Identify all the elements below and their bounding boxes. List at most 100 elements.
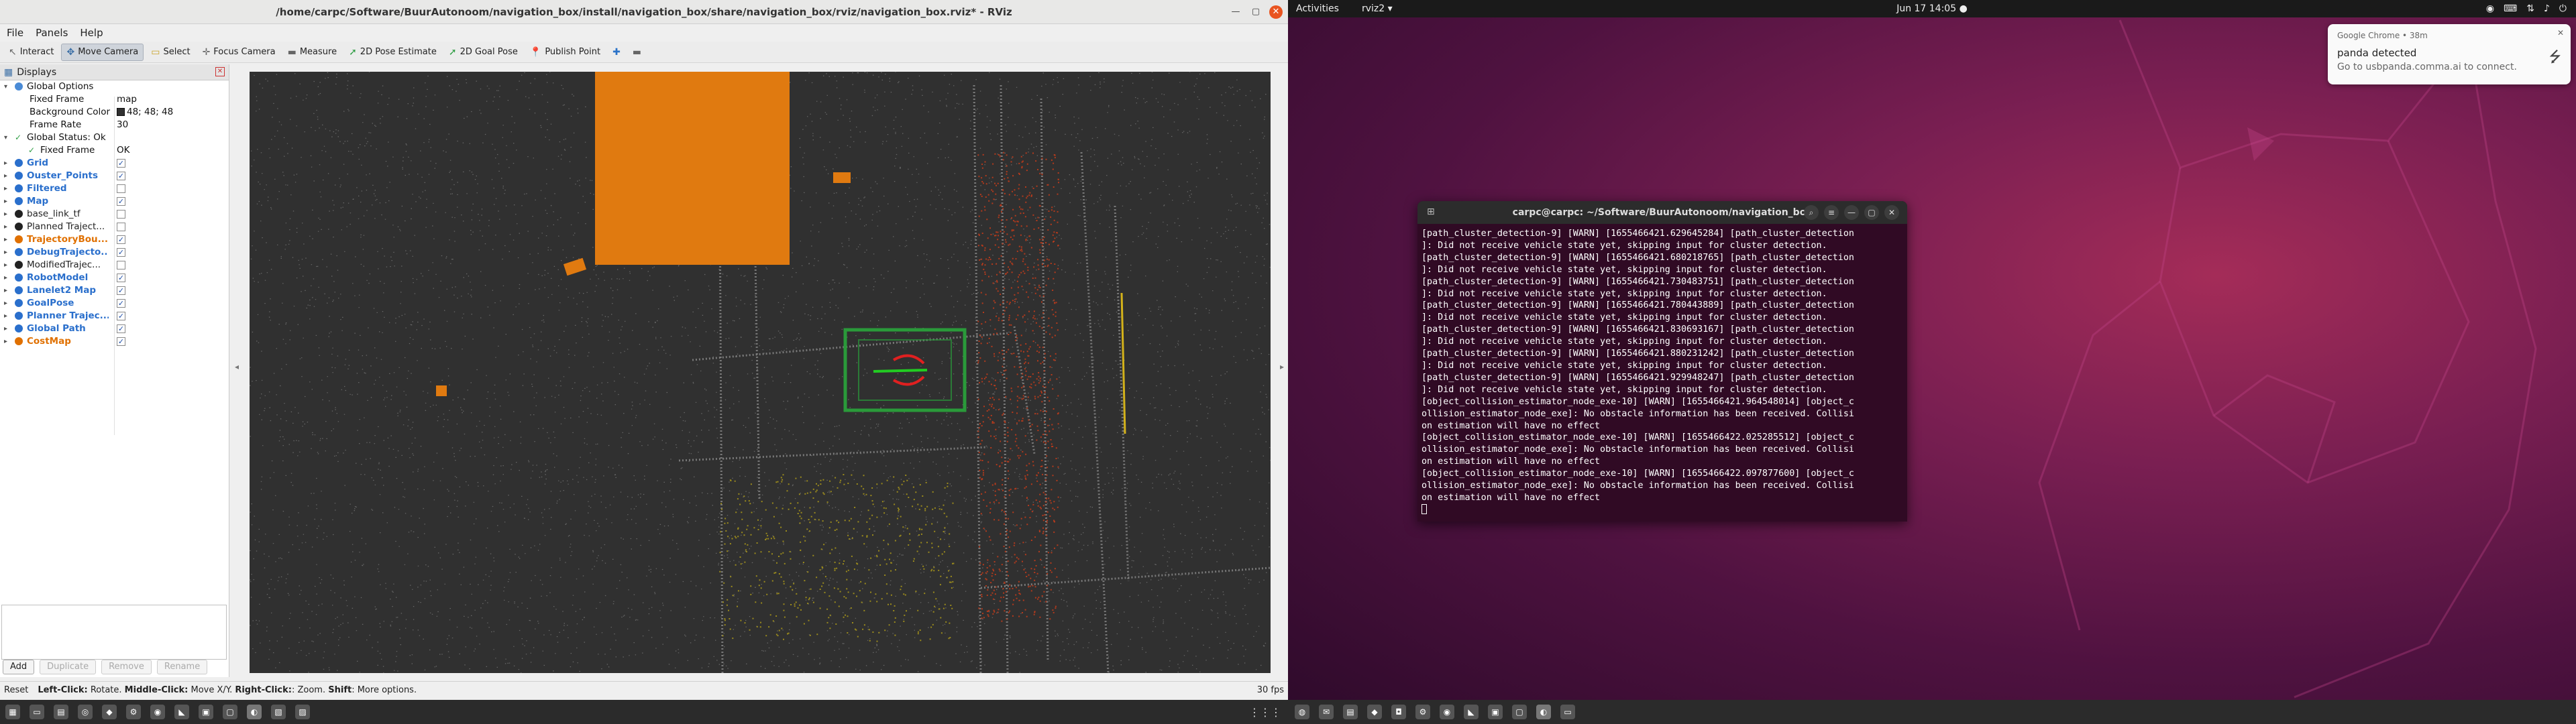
search-icon[interactable]: ⌕ xyxy=(1804,205,1819,220)
add-button[interactable]: Add xyxy=(3,660,35,674)
tool-add[interactable]: ✚ xyxy=(608,44,625,61)
hamburger-menu-icon[interactable]: ≡ xyxy=(1824,205,1839,220)
display-item-planned-traject[interactable]: ▸ Planned Traject... xyxy=(0,221,229,233)
settings-app-icon[interactable]: ⚙ xyxy=(126,705,141,719)
minimize-icon[interactable]: — xyxy=(1229,5,1242,19)
rename-button[interactable]: Rename xyxy=(156,660,208,674)
expand-arrow-icon[interactable]: ▸ xyxy=(4,246,7,259)
enable-checkbox[interactable]: ✓ xyxy=(117,299,125,308)
enable-checkbox[interactable]: ✓ xyxy=(117,324,125,333)
enable-checkbox[interactable]: ✓ xyxy=(117,172,125,180)
collapse-arrow-icon[interactable]: ▾ xyxy=(4,131,7,144)
settings-app-icon[interactable]: ⚙ xyxy=(1415,705,1430,719)
terminal-titlebar[interactable]: ⊞ carpc@carpc: ~/Software/BuurAutonoom/n… xyxy=(1417,201,1907,224)
show-apps-icon[interactable]: ⋮⋮⋮ xyxy=(1249,706,1281,719)
render-viewport[interactable] xyxy=(250,72,1271,673)
background-color-value[interactable]: 48; 48; 48 xyxy=(117,106,173,119)
app-icon[interactable]: ▧ xyxy=(271,705,286,719)
app-icon[interactable]: ▢ xyxy=(223,705,237,719)
enable-checkbox[interactable]: ✓ xyxy=(117,312,125,320)
expand-arrow-icon[interactable]: ▸ xyxy=(4,297,7,310)
system-tray[interactable]: ◉ ⌨ ⇅ ♪ ⏻ xyxy=(2486,3,2567,14)
expand-arrow-icon[interactable]: ▸ xyxy=(4,208,7,221)
window-titlebar[interactable]: /home/carpc/Software/BuurAutonoom/naviga… xyxy=(0,0,1288,24)
chrome-app-icon[interactable]: ◉ xyxy=(150,705,165,719)
display-item-goalpose[interactable]: ▸ GoalPose ✓ xyxy=(0,297,229,310)
menu-help[interactable]: Help xyxy=(80,27,103,39)
app-icon[interactable]: ▨ xyxy=(295,705,310,719)
expand-arrow-icon[interactable]: ▸ xyxy=(4,310,7,322)
files-app-icon[interactable]: ▤ xyxy=(1343,705,1358,719)
files-app-icon[interactable]: ▤ xyxy=(54,705,68,719)
maximize-icon[interactable]: ▢ xyxy=(1864,205,1879,220)
app-launcher-icon[interactable]: ▦ xyxy=(5,705,20,719)
rviz-app-icon[interactable]: ◐ xyxy=(1536,705,1551,719)
fixed-frame-value[interactable]: map xyxy=(117,93,137,106)
display-item-global-path[interactable]: ▸ Global Path ✓ xyxy=(0,322,229,335)
close-icon[interactable]: ✕ xyxy=(2557,28,2564,38)
chrome-app-icon[interactable]: ◉ xyxy=(1440,705,1454,719)
display-item-robotmodel[interactable]: ▸ RobotModel ✓ xyxy=(0,272,229,284)
terminal-window[interactable]: ⊞ carpc@carpc: ~/Software/BuurAutonoom/n… xyxy=(1417,201,1907,522)
tool-move-camera[interactable]: ✥ Move Camera xyxy=(61,43,144,61)
terminal-output[interactable]: [path_cluster_detection-9] [WARN] [16554… xyxy=(1421,228,1903,516)
tree-row-background-color[interactable]: Background Color 48; 48; 48 xyxy=(0,106,229,119)
frame-rate-value[interactable]: 30 xyxy=(117,119,128,131)
expand-arrow-icon[interactable]: ▸ xyxy=(4,233,7,246)
enable-checkbox[interactable]: ✓ xyxy=(117,235,125,244)
expand-arrow-icon[interactable]: ▸ xyxy=(4,221,7,233)
minimize-icon[interactable]: — xyxy=(1844,205,1859,220)
display-item-modifiedtrajec[interactable]: ▸ ModifiedTrajec... xyxy=(0,259,229,272)
notification-popup[interactable]: Google Chrome • 38m ✕ panda detected Go … xyxy=(2328,24,2571,84)
expand-arrow-icon[interactable]: ▸ xyxy=(4,195,7,208)
enable-checkbox[interactable]: ✓ xyxy=(117,197,125,206)
display-item-ouster-points[interactable]: ▸ Ouster_Points ✓ xyxy=(0,170,229,182)
tool-remove[interactable]: ▬ xyxy=(628,44,646,61)
duplicate-button[interactable]: Duplicate xyxy=(40,660,97,674)
tool-interact[interactable]: ↖ Interact xyxy=(4,44,58,61)
close-icon[interactable]: ✕ xyxy=(1269,5,1283,19)
power-icon[interactable]: ⏻ xyxy=(2559,3,2567,14)
reset-button[interactable]: Reset xyxy=(4,685,28,695)
expand-arrow-icon[interactable]: ▸ xyxy=(4,322,7,335)
tree-row-global-options[interactable]: ▾ Global Options xyxy=(0,80,229,93)
firefox-app-icon[interactable]: ◍ xyxy=(1295,705,1309,719)
rviz-app-icon[interactable]: ◐ xyxy=(247,705,262,719)
remove-button[interactable]: Remove xyxy=(101,660,152,674)
tool-2d-goal-pose[interactable]: ➚ 2D Goal Pose xyxy=(444,44,523,61)
enable-checkbox[interactable]: ✓ xyxy=(117,248,125,257)
vscode-app-icon[interactable]: ◣ xyxy=(174,705,189,719)
display-item-map[interactable]: ▸ Map ✓ xyxy=(0,195,229,208)
terminal-app-icon[interactable]: ▭ xyxy=(30,705,44,719)
expand-arrow-icon[interactable]: ▸ xyxy=(4,157,7,170)
menu-panels[interactable]: Panels xyxy=(36,27,68,39)
expand-arrow-icon[interactable]: ▸ xyxy=(4,335,7,348)
vscode-app-icon[interactable]: ◣ xyxy=(1464,705,1479,719)
display-item-trajectorybou[interactable]: ▸ TrajectoryBou... ✓ xyxy=(0,233,229,246)
expand-arrow-icon[interactable]: ▸ xyxy=(4,284,7,297)
display-item-debugtrajecto[interactable]: ▸ DebugTrajecto... ✓ xyxy=(0,246,229,259)
enable-checkbox[interactable]: ✓ xyxy=(117,286,125,295)
thunderbird-app-icon[interactable]: ✉ xyxy=(1319,705,1334,719)
maximize-icon[interactable]: ▢ xyxy=(1249,5,1263,19)
collapse-arrow-icon[interactable]: ▾ xyxy=(4,80,7,93)
expand-arrow-icon[interactable]: ▸ xyxy=(4,259,7,272)
tool-select[interactable]: ▭ Select xyxy=(146,44,195,61)
tree-row-frame-rate[interactable]: Frame Rate 30 xyxy=(0,119,229,131)
clock[interactable]: Jun 17 14:05 ● xyxy=(1288,3,2576,14)
chrome-tray-icon[interactable]: ◉ xyxy=(2486,3,2494,14)
enable-checkbox[interactable] xyxy=(117,223,125,231)
volume-icon[interactable]: ♪ xyxy=(2544,3,2550,14)
enable-checkbox[interactable]: ✓ xyxy=(117,159,125,168)
tool-2d-pose-estimate[interactable]: ➚ 2D Pose Estimate xyxy=(344,44,441,61)
close-icon[interactable]: ✕ xyxy=(215,67,225,76)
splitter-handle-right[interactable]: ▸ xyxy=(1280,362,1284,371)
expand-arrow-icon[interactable]: ▸ xyxy=(4,272,7,284)
app-icon[interactable]: ▢ xyxy=(1512,705,1527,719)
enable-checkbox[interactable] xyxy=(117,261,125,269)
tool-focus-camera[interactable]: ✛ Focus Camera xyxy=(198,44,280,61)
terminal-app-icon[interactable]: ▭ xyxy=(1560,705,1575,719)
tree-row-status-fixed-frame[interactable]: ✓ Fixed Frame OK xyxy=(0,144,229,157)
display-item-costmap[interactable]: ▸ CostMap ✓ xyxy=(0,335,229,348)
app-icon[interactable]: ▣ xyxy=(1488,705,1503,719)
